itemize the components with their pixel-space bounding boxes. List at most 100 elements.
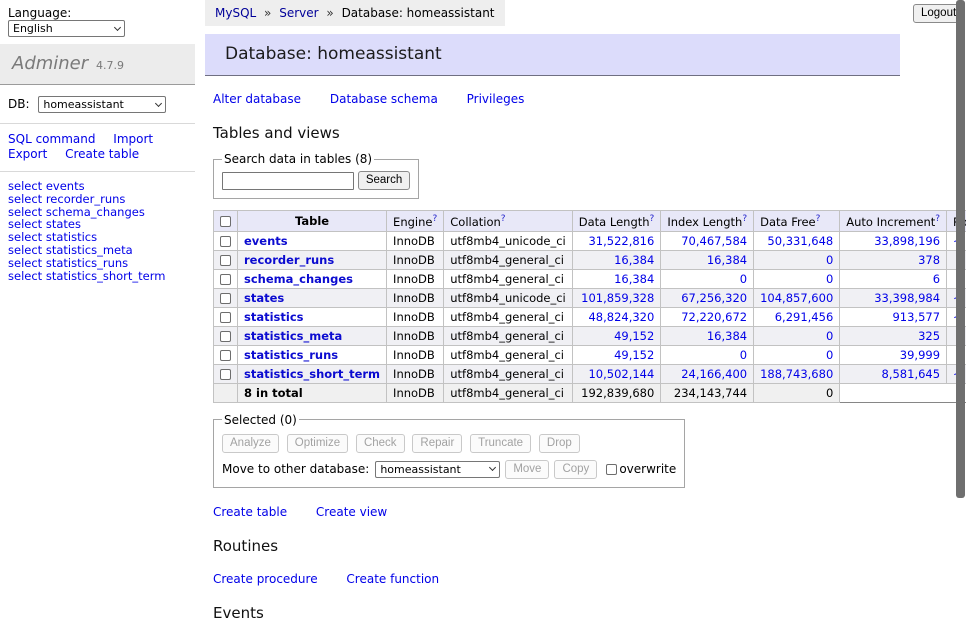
db-select-row: DB: homeassistant xyxy=(0,85,195,124)
row-checkbox[interactable] xyxy=(220,255,231,266)
data-length-link[interactable]: 31,522,816 xyxy=(588,234,654,248)
data-free-link[interactable]: 6,291,456 xyxy=(775,310,834,324)
move-db-select[interactable]: homeassistant xyxy=(375,461,500,478)
table-total-row: 8 in total InnoDB utf8mb4_general_ci 192… xyxy=(214,383,966,402)
row-checkbox[interactable] xyxy=(220,369,231,380)
collation-cell: utf8mb4_general_ci xyxy=(444,269,573,288)
table-link-recorder-runs[interactable]: recorder_runs xyxy=(244,253,334,267)
sidebar-item-select-events[interactable]: select events xyxy=(8,180,187,193)
index-length-link[interactable]: 24,166,400 xyxy=(681,367,747,381)
select-all-checkbox[interactable] xyxy=(220,216,231,227)
help-link[interactable]: ? xyxy=(650,214,655,224)
events-heading: Events xyxy=(213,604,905,622)
breadcrumb-server-link[interactable]: Server xyxy=(279,6,318,20)
data-length-link[interactable]: 16,384 xyxy=(614,253,654,267)
repair-button[interactable]: Repair xyxy=(412,434,462,453)
table-link-statistics[interactable]: statistics xyxy=(244,310,304,324)
data-free-link[interactable]: 104,857,600 xyxy=(760,291,833,305)
total-index-length: 234,143,744 xyxy=(661,383,754,402)
breadcrumb-current: Database: homeassistant xyxy=(342,6,495,20)
auto-increment-link[interactable]: 33,898,196 xyxy=(874,234,940,248)
database-schema-link[interactable]: Database schema xyxy=(330,92,438,106)
data-length-link[interactable]: 48,824,320 xyxy=(588,310,654,324)
data-free-link[interactable]: 188,743,680 xyxy=(760,367,833,381)
auto-increment-link[interactable]: 39,999 xyxy=(900,348,940,362)
search-button[interactable]: Search xyxy=(358,171,410,190)
row-checkbox[interactable] xyxy=(220,293,231,304)
index-length-link[interactable]: 0 xyxy=(740,272,747,286)
data-free-link[interactable]: 0 xyxy=(826,348,833,362)
main-content: MySQL » Server » Database: homeassistant… xyxy=(205,0,905,622)
alter-database-link[interactable]: Alter database xyxy=(213,92,301,106)
help-link[interactable]: ? xyxy=(742,214,747,224)
db-select[interactable]: homeassistant xyxy=(38,96,166,113)
data-length-link[interactable]: 10,502,144 xyxy=(588,367,654,381)
data-free-link[interactable]: 0 xyxy=(826,329,833,343)
data-length-link[interactable]: 101,859,328 xyxy=(581,291,654,305)
row-checkbox[interactable] xyxy=(220,312,231,323)
auto-increment-link[interactable]: 33,398,984 xyxy=(874,291,940,305)
row-checkbox[interactable] xyxy=(220,350,231,361)
data-free-link[interactable]: 50,331,648 xyxy=(767,234,833,248)
search-input[interactable] xyxy=(222,172,354,190)
move-button[interactable]: Move xyxy=(505,460,549,479)
data-free-link[interactable]: 0 xyxy=(826,253,833,267)
create-view-link[interactable]: Create view xyxy=(316,505,387,519)
overwrite-checkbox[interactable] xyxy=(606,464,617,475)
auto-increment-link[interactable]: 325 xyxy=(918,329,940,343)
privileges-link[interactable]: Privileges xyxy=(467,92,525,106)
help-link[interactable]: ? xyxy=(432,214,437,224)
truncate-button[interactable]: Truncate xyxy=(470,434,531,453)
index-length-link[interactable]: 16,384 xyxy=(707,253,747,267)
analyze-button[interactable]: Analyze xyxy=(222,434,279,453)
create-function-link[interactable]: Create function xyxy=(346,572,439,586)
help-link[interactable]: ? xyxy=(501,214,506,224)
data-length-link[interactable]: 16,384 xyxy=(614,272,654,286)
sidebar-item-select-recorder-runs[interactable]: select recorder_runs xyxy=(8,193,187,206)
auto-increment-link[interactable]: 913,577 xyxy=(892,310,940,324)
create-procedure-link[interactable]: Create procedure xyxy=(213,572,318,586)
index-length-link[interactable]: 16,384 xyxy=(707,329,747,343)
data-length-link[interactable]: 49,152 xyxy=(614,329,654,343)
sidebar-link-import[interactable]: Import xyxy=(113,132,153,146)
copy-button[interactable]: Copy xyxy=(554,460,597,479)
auto-increment-link[interactable]: 6 xyxy=(933,272,940,286)
breadcrumb-mysql-link[interactable]: MySQL xyxy=(215,6,256,20)
sidebar-link-export[interactable]: Export xyxy=(8,147,47,161)
sidebar-link-create-table[interactable]: Create table xyxy=(65,147,139,161)
auto-increment-link[interactable]: 8,581,645 xyxy=(882,367,941,381)
index-length-link[interactable]: 72,220,672 xyxy=(681,310,747,324)
sidebar-link-sql-command[interactable]: SQL command xyxy=(8,132,95,146)
index-length-link[interactable]: 67,256,320 xyxy=(681,291,747,305)
row-checkbox[interactable] xyxy=(220,331,231,342)
table-row: states InnoDB utf8mb4_unicode_ci 101,859… xyxy=(214,288,966,307)
help-link[interactable]: ? xyxy=(935,214,940,224)
drop-button[interactable]: Drop xyxy=(539,434,580,453)
help-link[interactable]: ? xyxy=(816,214,821,224)
index-length-link[interactable]: 70,467,584 xyxy=(681,234,747,248)
auto-increment-link[interactable]: 378 xyxy=(918,253,940,267)
row-checkbox[interactable] xyxy=(220,274,231,285)
create-table-link[interactable]: Create table xyxy=(213,505,287,519)
table-link-events[interactable]: events xyxy=(244,234,288,248)
data-free-link[interactable]: 0 xyxy=(826,272,833,286)
row-checkbox[interactable] xyxy=(220,236,231,247)
collation-cell: utf8mb4_general_ci xyxy=(444,345,573,364)
table-link-statistics-meta[interactable]: statistics_meta xyxy=(244,329,342,343)
routines-heading: Routines xyxy=(213,537,905,555)
data-length-link[interactable]: 49,152 xyxy=(614,348,654,362)
index-length-link[interactable]: 0 xyxy=(740,348,747,362)
table-link-states[interactable]: states xyxy=(244,291,284,305)
language-select[interactable]: English xyxy=(8,20,125,37)
sidebar-item-select-statistics-meta[interactable]: select statistics_meta xyxy=(8,244,187,257)
table-link-statistics-runs[interactable]: statistics_runs xyxy=(244,348,338,362)
col-header-table: Table xyxy=(238,211,387,232)
sidebar-item-select-statistics-short-term[interactable]: select statistics_short_term xyxy=(8,270,187,283)
routine-links: Create procedure Create function xyxy=(213,572,905,586)
check-button[interactable]: Check xyxy=(356,434,405,453)
scrollbar-thumb[interactable] xyxy=(956,0,965,498)
table-link-schema-changes[interactable]: schema_changes xyxy=(244,272,353,286)
optimize-button[interactable]: Optimize xyxy=(287,434,348,453)
sidebar-item-select-statistics-runs[interactable]: select statistics_runs xyxy=(8,257,187,270)
table-link-statistics-short-term[interactable]: statistics_short_term xyxy=(244,367,380,381)
